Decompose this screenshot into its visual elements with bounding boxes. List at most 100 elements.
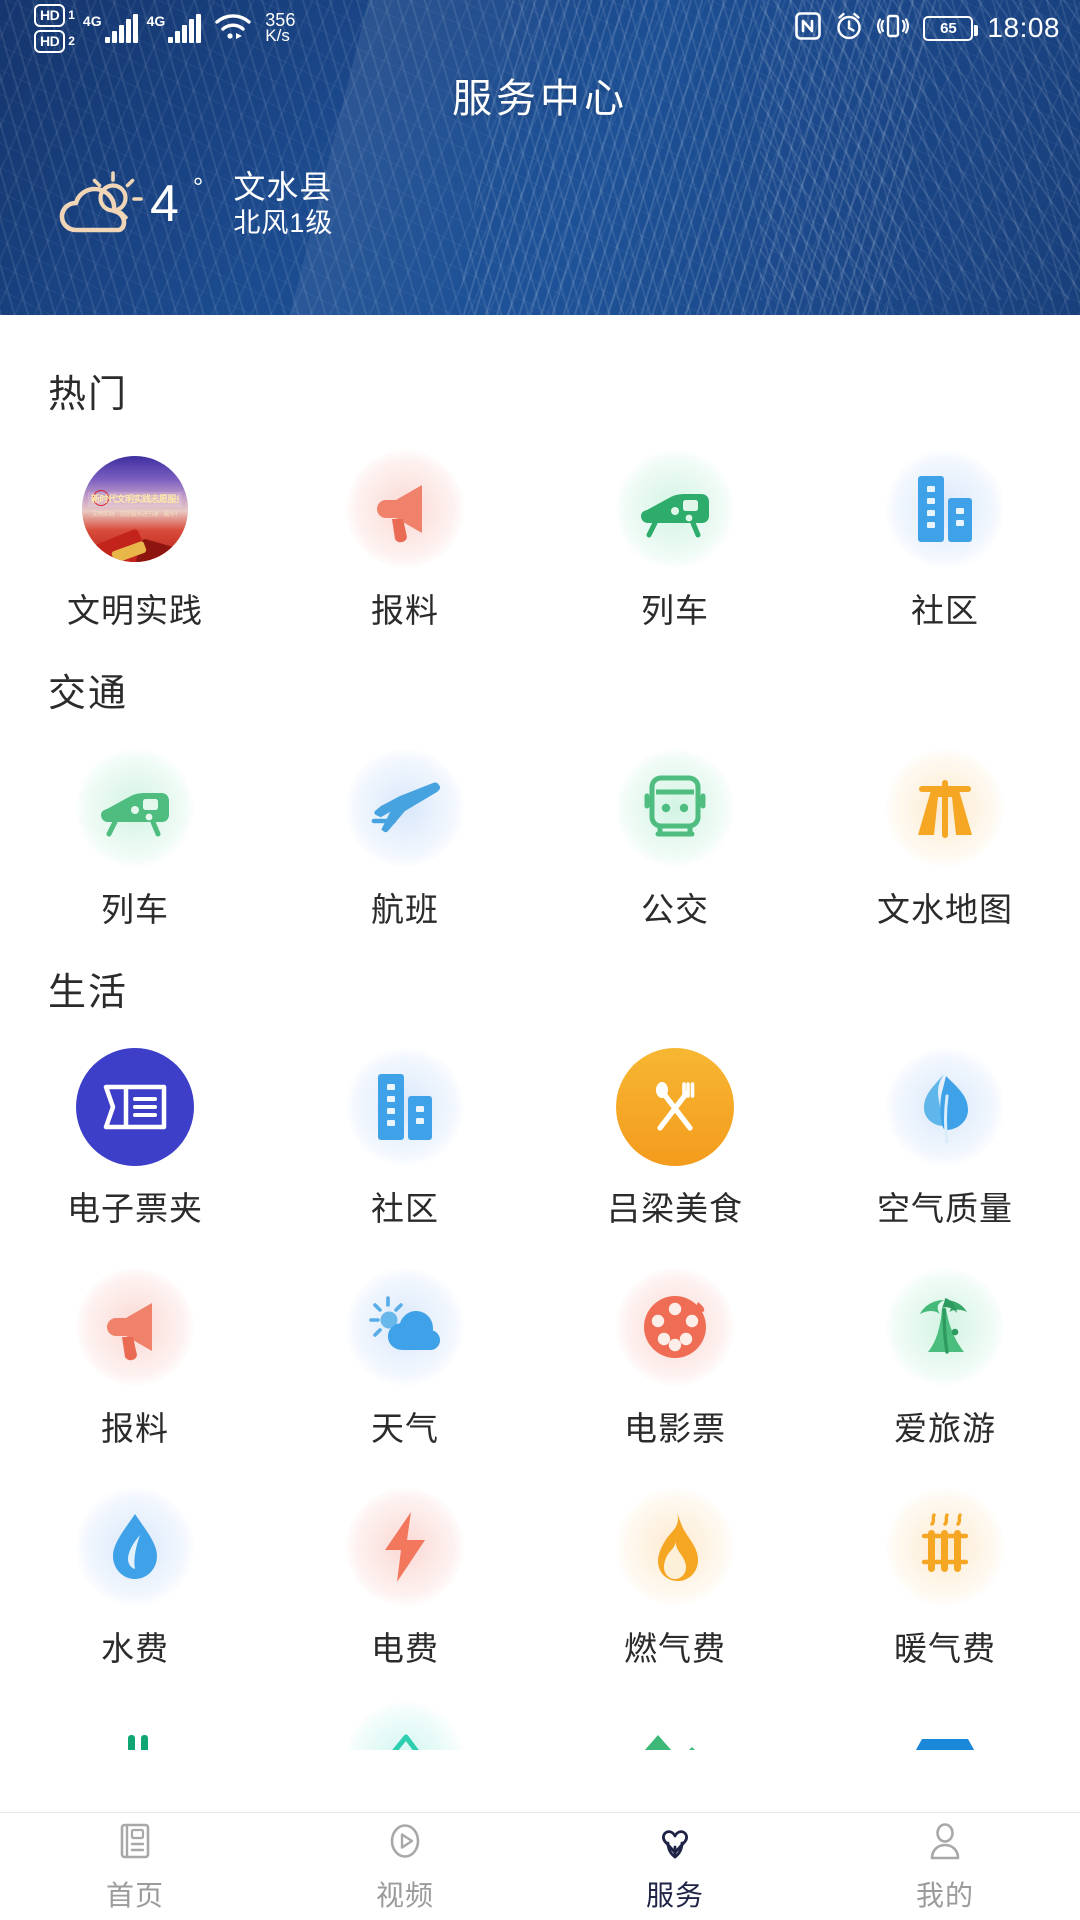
tile-tv[interactable]	[270, 1676, 540, 1750]
tile-label: 燃气费	[624, 1630, 726, 1667]
tab-video[interactable]: 视频	[270, 1813, 540, 1920]
community-buildings-icon	[886, 450, 1004, 568]
tile-electricity-bill[interactable]: 电费	[270, 1456, 540, 1676]
tile-label: 社区	[911, 592, 979, 629]
status-bar: HD 1 HD 2 4G 4G 356 K/s 65 18:08	[0, 0, 1080, 56]
tile-label: 列车	[641, 592, 709, 629]
tile-label: 爱旅游	[894, 1410, 996, 1447]
tab-label: 首页	[105, 1880, 164, 1911]
tile-label: 电费	[371, 1630, 439, 1667]
traffic-grid: 列车 航班 公交 文水地图	[0, 717, 1080, 937]
tile-label: 空气质量	[877, 1190, 1013, 1227]
banner-title-text: 新时代文明实践志愿服务	[91, 494, 179, 504]
megaphone-icon	[346, 450, 464, 568]
hd2-icon: HD 2	[34, 29, 75, 53]
train-icon	[76, 749, 194, 867]
tab-home[interactable]: 首页	[0, 1813, 270, 1920]
play-circle-icon	[383, 1819, 427, 1868]
tile-label: 报料	[101, 1410, 169, 1447]
sim2-network-label: 4G	[146, 12, 166, 29]
tab-service[interactable]: 服务	[540, 1813, 810, 1920]
tile-label: 社区	[371, 1190, 439, 1227]
tile-civilization-practice[interactable]: 新时代文明实践志愿服务 文明实践 · 志愿服务进万家 · 暖冬行动 文明实践	[0, 418, 270, 638]
weather-temperature: 4	[150, 175, 179, 233]
battery-level: 65	[940, 19, 957, 37]
tile-luliang-food[interactable]: 吕梁美食	[540, 1016, 810, 1236]
tile-broadcast[interactable]	[0, 1676, 270, 1750]
hd-voice-indicators: HD 1 HD 2	[34, 3, 75, 53]
tile-heating-bill[interactable]: 暖气费	[810, 1456, 1080, 1676]
e-ticket-wallet-icon	[76, 1048, 194, 1166]
tile-train[interactable]: 列车	[0, 717, 270, 937]
food-cutlery-icon	[616, 1048, 734, 1166]
weather-widget[interactable]: 4 ° 文水县 北风1级	[0, 164, 1080, 244]
hd2-sim-number: 2	[68, 34, 75, 48]
train-icon	[616, 450, 734, 568]
tile-report-life[interactable]: 报料	[0, 1236, 270, 1456]
tile-label: 报料	[371, 592, 439, 629]
tile-water-bill[interactable]: 水费	[0, 1456, 270, 1676]
tile-flight[interactable]: 航班	[270, 717, 540, 937]
palm-tree-icon	[886, 1268, 1004, 1386]
bus-icon	[616, 749, 734, 867]
community-buildings-icon	[346, 1048, 464, 1166]
life-grid: 电子票夹 社区 吕梁美食 空气质量 报料 天气 电影票 爱旅游 水费 电费 燃气…	[0, 1016, 1080, 1676]
tile-movie-ticket[interactable]: 电影票	[540, 1236, 810, 1456]
airplane-icon	[346, 749, 464, 867]
vibrate-icon	[877, 12, 910, 45]
tile-travel[interactable]: 爱旅游	[810, 1236, 1080, 1456]
weather-wind: 北风1级	[233, 208, 334, 239]
sim1-signal-icon: 4G	[82, 12, 138, 43]
hd1-icon: HD 1	[34, 3, 75, 27]
sim1-signal-bars	[104, 13, 138, 43]
tile-train-hot[interactable]: 列车	[540, 418, 810, 638]
service-content-scroll[interactable]: 热门 新时代文明实践志愿服务 文明实践 · 志愿服务进万家 · 暖冬行动 文明实…	[0, 315, 1080, 1812]
signal-indicators: 4G 4G	[82, 12, 202, 43]
nfc-icon	[795, 11, 822, 45]
tile-weather[interactable]: 天气	[270, 1236, 540, 1456]
tile-label: 文水地图	[877, 891, 1013, 928]
tile-label: 天气	[371, 1410, 439, 1447]
tile-label: 列车	[101, 891, 169, 928]
lightning-bolt-icon	[346, 1488, 464, 1606]
section-title-hot: 热门	[48, 374, 129, 416]
partly-cloudy-icon	[50, 164, 146, 244]
hd2-label: HD	[34, 29, 66, 53]
battery-indicator: 65	[923, 15, 979, 41]
tile-village[interactable]	[540, 1676, 810, 1750]
tab-profile[interactable]: 我的	[810, 1813, 1080, 1920]
tile-bus[interactable]: 公交	[540, 717, 810, 937]
tile-label: 吕梁美食	[607, 1190, 743, 1227]
tile-air-quality[interactable]: 空气质量	[810, 1016, 1080, 1236]
network-speed-unit: K/s	[265, 26, 290, 45]
banner-sub-text: 文明实践 · 志愿服务进万家 · 暖冬行动	[92, 512, 178, 518]
life-grid-clipped-row	[0, 1676, 1080, 1750]
bottom-tab-bar: 首页 视频 服务 我的	[0, 1812, 1080, 1920]
tile-label: 电子票夹	[67, 1190, 203, 1227]
tile-blue-service[interactable]	[810, 1676, 1080, 1750]
tile-gas-bill[interactable]: 燃气费	[540, 1456, 810, 1676]
village-buildings-icon	[616, 1702, 734, 1750]
film-reel-icon	[616, 1268, 734, 1386]
tile-wenshui-map[interactable]: 文水地图	[810, 717, 1080, 937]
page-title: 服务中心	[452, 77, 628, 121]
hd1-label: HD	[34, 3, 66, 27]
television-icon	[346, 1702, 464, 1750]
gas-flame-icon	[616, 1488, 734, 1606]
water-drop-icon	[76, 1488, 194, 1606]
alarm-clock-icon	[835, 12, 863, 45]
sim2-signal-bars	[168, 13, 202, 43]
hd1-sim-number: 1	[68, 8, 75, 22]
tile-community-hot[interactable]: 社区	[810, 418, 1080, 638]
tab-label: 视频	[375, 1880, 434, 1911]
sim1-network-label: 4G	[82, 12, 102, 29]
tile-report-news[interactable]: 报料	[270, 418, 540, 638]
tab-label: 我的	[915, 1880, 974, 1911]
person-icon	[923, 1819, 967, 1868]
megaphone-icon	[76, 1268, 194, 1386]
civilization-practice-photo: 新时代文明实践志愿服务 文明实践 · 志愿服务进万家 · 暖冬行动	[76, 450, 194, 568]
tile-community-life[interactable]: 社区	[270, 1016, 540, 1236]
radiator-icon	[886, 1488, 1004, 1606]
weather-cloud-sun-icon	[346, 1268, 464, 1386]
tile-e-ticket-wallet[interactable]: 电子票夹	[0, 1016, 270, 1236]
